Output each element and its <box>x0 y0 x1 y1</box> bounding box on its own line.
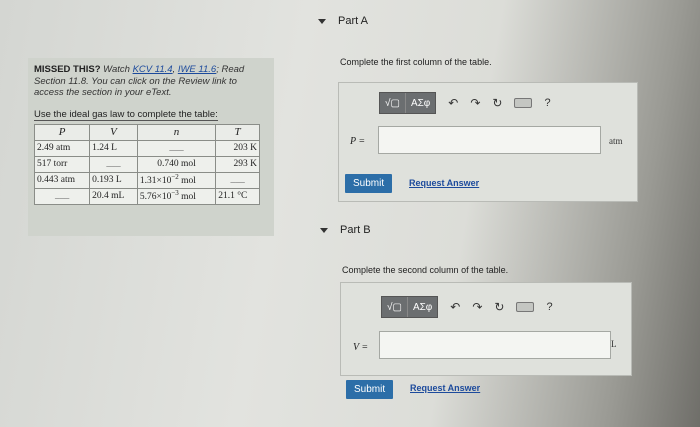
p-unit-label: atm <box>609 136 623 146</box>
cell-t: 203 K <box>215 139 260 157</box>
missed-this-panel: MISSED THIS? Watch KCV 11.4, IWE 11.6; R… <box>28 58 274 236</box>
math-templates-group: √▢ ΑΣφ <box>381 296 439 318</box>
header-p: P <box>33 123 91 141</box>
part-a-prompt: Complete the first column of the table. <box>340 57 492 67</box>
sqrt-template-button[interactable]: √▢ <box>380 93 405 113</box>
cell-p-blank: ___ <box>33 187 91 205</box>
cell-v: 20.4 mL <box>89 187 138 205</box>
keyboard-icon[interactable] <box>516 302 535 312</box>
v-unit-label: L <box>611 339 617 349</box>
reset-icon[interactable]: ↻ <box>492 96 502 110</box>
table-row: ___ 20.4 mL 5.76×10−3 mol 21.1 °C <box>33 187 260 205</box>
part-a-request-answer-link[interactable]: Request Answer <box>409 178 479 188</box>
part-a-header[interactable]: Part A <box>318 15 368 27</box>
table-row: 0.443 atm 0.193 L 1.31×10−2 mol ___ <box>33 171 260 189</box>
keyboard-icon[interactable] <box>514 98 533 108</box>
caret-down-icon[interactable] <box>320 227 328 233</box>
redo-icon[interactable]: ↷ <box>472 300 482 314</box>
missed-this-text: MISSED THIS? Watch KCV 11.4, IWE 11.6; R… <box>34 64 245 98</box>
part-a-submit-button[interactable]: Submit <box>345 174 393 193</box>
part-b-answer-box: √▢ ΑΣφ ↶ ↷ ↻ ? V = L <box>340 282 632 376</box>
cell-p: 2.49 atm <box>33 139 91 157</box>
cell-p: 517 torr <box>33 155 91 173</box>
table-row: 2.49 atm 1.24 L ___ 203 K <box>33 139 260 157</box>
sqrt-template-button[interactable]: √▢ <box>382 297 407 317</box>
iwe-link[interactable]: IWE 11.6 <box>178 64 216 75</box>
table-row: 517 torr ___ 0.740 mol 293 K <box>33 155 260 173</box>
part-b-submit-button[interactable]: Submit <box>346 380 394 399</box>
p-answer-input[interactable] <box>378 126 601 154</box>
help-icon[interactable]: ? <box>544 97 550 109</box>
p-variable-label: P = <box>350 136 366 147</box>
part-b-toolbar: √▢ ΑΣφ ↶ ↷ ↻ ? <box>381 296 553 318</box>
part-b-request-answer-link[interactable]: Request Answer <box>410 383 480 393</box>
part-a-title: Part A <box>338 15 368 27</box>
kcv-link[interactable]: KCV 11.4 <box>133 64 173 75</box>
cell-n-blank: ___ <box>136 139 217 157</box>
watch-text: Watch <box>103 64 130 75</box>
cell-t: 293 K <box>215 155 260 173</box>
header-v: V <box>89 123 138 141</box>
table-instructions: Use the ideal gas law to complete the ta… <box>34 108 218 121</box>
caret-down-icon[interactable] <box>318 18 326 24</box>
part-b-title: Part B <box>340 224 371 236</box>
greek-symbols-button[interactable]: ΑΣφ <box>404 93 435 113</box>
part-b-prompt: Complete the second column of the table. <box>342 265 509 275</box>
cell-n: 5.76×10−3 mol <box>136 187 217 205</box>
cell-n: 0.740 mol <box>136 155 217 173</box>
cell-t: 21.1 °C <box>215 187 260 205</box>
cell-v: 1.24 L <box>89 139 138 157</box>
cell-p: 0.443 atm <box>33 171 91 189</box>
cell-n: 1.31×10−2 mol <box>136 171 217 189</box>
header-t: T <box>215 123 260 141</box>
help-icon[interactable]: ? <box>546 301 552 313</box>
cell-v-blank: ___ <box>89 155 138 173</box>
math-templates-group: √▢ ΑΣφ <box>379 92 437 114</box>
cell-t-blank: ___ <box>215 171 260 189</box>
greek-symbols-button[interactable]: ΑΣφ <box>406 297 437 317</box>
part-a-toolbar: √▢ ΑΣφ ↶ ↷ ↻ ? <box>379 92 551 114</box>
ideal-gas-table: P V n T 2.49 atm 1.24 L ___ 203 K 517 to… <box>33 123 260 205</box>
v-variable-label: V = <box>353 342 369 353</box>
reset-icon[interactable]: ↻ <box>494 300 504 314</box>
redo-icon[interactable]: ↷ <box>470 96 480 110</box>
missed-this-label: MISSED THIS? <box>34 64 101 75</box>
undo-icon[interactable]: ↶ <box>450 300 460 314</box>
table-header-row: P V n T <box>33 123 260 141</box>
cell-v: 0.193 L <box>89 171 138 189</box>
undo-icon[interactable]: ↶ <box>448 96 458 110</box>
part-a-answer-box: √▢ ΑΣφ ↶ ↷ ↻ ? P = atm Submit Request An… <box>338 82 638 202</box>
header-n: n <box>136 123 217 141</box>
part-b-header[interactable]: Part B <box>320 224 371 236</box>
v-answer-input[interactable] <box>379 331 611 359</box>
